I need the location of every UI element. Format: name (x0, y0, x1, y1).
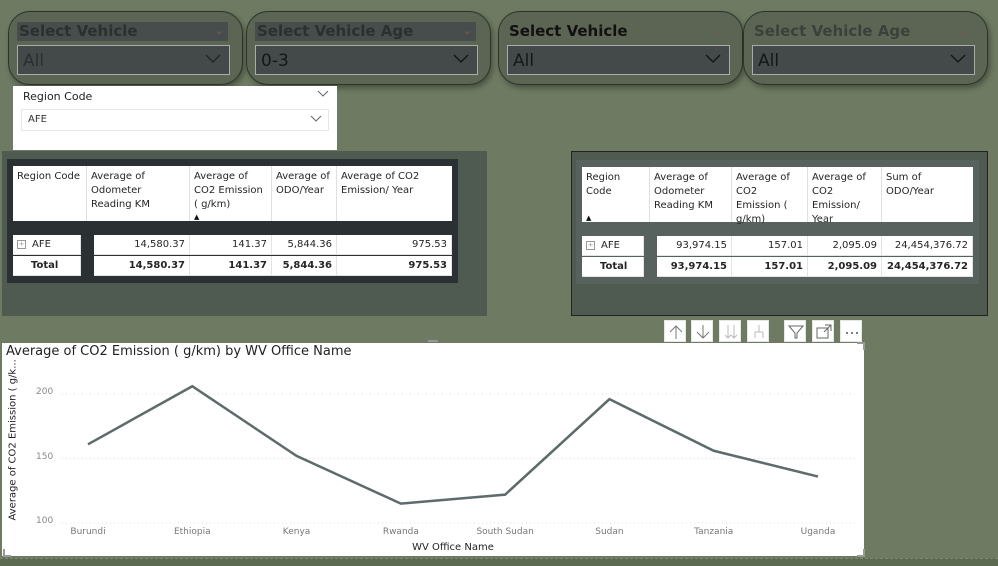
data-point[interactable] (815, 474, 821, 480)
data-point[interactable] (606, 396, 612, 402)
data-point[interactable] (294, 453, 300, 459)
x-tick-label: Uganda (800, 527, 836, 537)
y-tick-label: 100 (36, 516, 54, 526)
data-point[interactable] (502, 492, 508, 498)
y-tick-label: 150 (36, 451, 54, 462)
x-axis-title: WV Office Name (412, 542, 494, 553)
x-tick-label: South Sudan (476, 527, 534, 537)
series-line[interactable] (87, 384, 819, 505)
x-tick-label: Tanzania (694, 527, 734, 537)
data-point[interactable] (711, 448, 717, 454)
x-tick-label: Ethiopia (173, 527, 211, 537)
data-point[interactable] (85, 441, 91, 447)
x-tick-label: Burundi (70, 527, 106, 537)
x-tick-label: Rwanda (382, 527, 419, 537)
y-tick-label: 200 (36, 387, 54, 397)
data-point[interactable] (189, 383, 195, 389)
data-point[interactable] (398, 501, 404, 507)
x-tick-label: Kenya (282, 527, 311, 537)
x-tick-label: Sudan (595, 527, 624, 537)
chart-plot-area (62, 383, 858, 524)
